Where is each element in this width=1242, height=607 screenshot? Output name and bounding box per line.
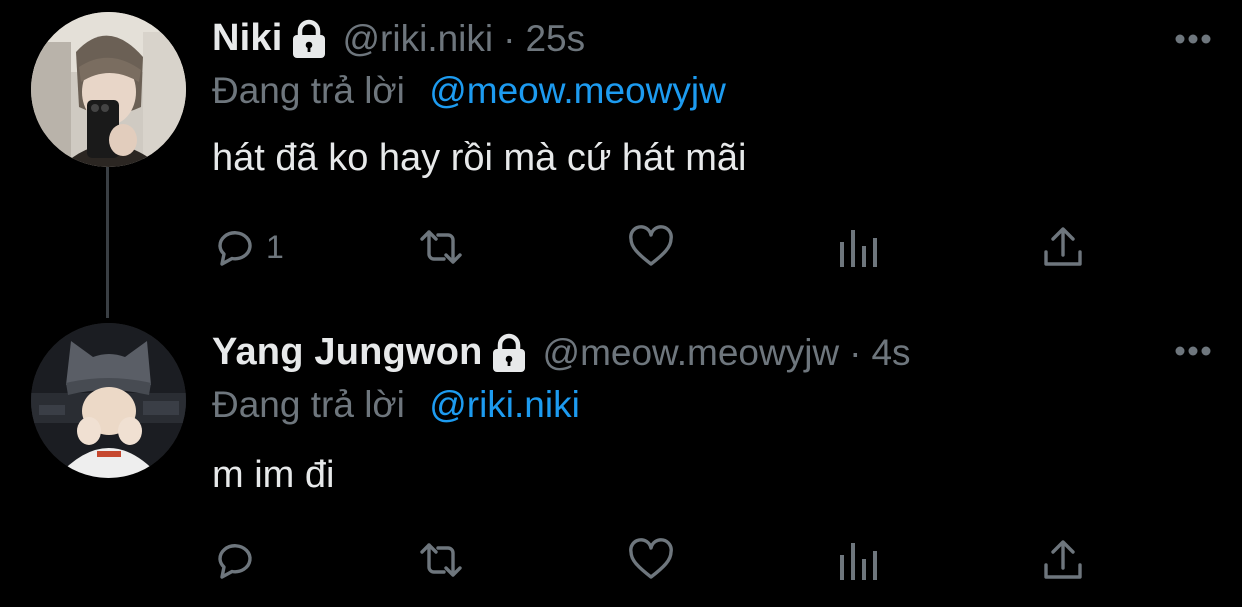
- tweet-actions: [0, 535, 1242, 585]
- share-button[interactable]: [1040, 535, 1086, 585]
- replying-to: Đang trả lời @riki.niki: [212, 384, 580, 426]
- like-icon: [629, 538, 673, 579]
- tweet-header: Niki @riki.niki · 25s: [212, 17, 585, 60]
- tweet-text: m im đi: [212, 454, 335, 496]
- timestamp[interactable]: 4s: [871, 332, 910, 374]
- display-name[interactable]: Yang Jungwon: [212, 331, 483, 374]
- avatar-yang-jungwon-image: [31, 323, 186, 478]
- user-handle[interactable]: @riki.niki: [343, 18, 494, 60]
- avatar-niki[interactable]: [31, 12, 186, 167]
- display-name[interactable]: Niki: [212, 17, 283, 60]
- reply-button[interactable]: 1: [212, 222, 284, 272]
- user-handle[interactable]: @meow.meowyjw: [543, 332, 840, 374]
- views-icon: [840, 230, 877, 267]
- reply-button[interactable]: [212, 535, 266, 585]
- separator-dot: ·: [849, 331, 862, 373]
- replying-to: Đang trả lời @meow.meowyjw: [212, 70, 726, 112]
- views-icon: [840, 543, 877, 580]
- separator-dot: ·: [503, 17, 516, 59]
- lock-icon: [491, 333, 527, 373]
- share-icon: [1044, 227, 1082, 266]
- more-icon[interactable]: [1174, 33, 1212, 45]
- avatar-yang-jungwon[interactable]: [31, 323, 186, 478]
- replying-to-mention[interactable]: @riki.niki: [429, 384, 580, 425]
- replying-to-mention[interactable]: @meow.meowyjw: [429, 70, 726, 111]
- views-button[interactable]: [836, 222, 882, 272]
- tweet-text: hát đã ko hay rồi mà cứ hát mãi: [212, 137, 747, 179]
- share-icon: [1044, 540, 1082, 579]
- tweet-header: Yang Jungwon @meow.meowyjw · 4s: [212, 331, 911, 374]
- retweet-icon: [420, 230, 462, 264]
- tweet-actions: 1: [0, 222, 1242, 272]
- retweet-icon: [420, 543, 462, 577]
- retweet-button[interactable]: [418, 222, 464, 272]
- timestamp[interactable]: 25s: [525, 18, 585, 60]
- retweet-button[interactable]: [418, 535, 464, 585]
- like-button[interactable]: [628, 222, 674, 272]
- more-icon[interactable]: [1174, 345, 1212, 357]
- like-button[interactable]: [628, 535, 674, 585]
- like-icon: [629, 225, 673, 266]
- lock-icon: [291, 19, 327, 59]
- reply-icon: [218, 231, 252, 266]
- replying-to-label: Đang trả lời: [212, 384, 405, 425]
- replying-to-label: Đang trả lời: [212, 70, 405, 111]
- tweet-niki[interactable]: Niki @riki.niki · 25s Đang trả lời @meow…: [0, 0, 1242, 300]
- share-button[interactable]: [1040, 222, 1086, 272]
- reply-icon: [218, 544, 252, 579]
- views-button[interactable]: [836, 535, 882, 585]
- reply-count: 1: [266, 228, 284, 265]
- avatar-niki-image: [31, 12, 186, 167]
